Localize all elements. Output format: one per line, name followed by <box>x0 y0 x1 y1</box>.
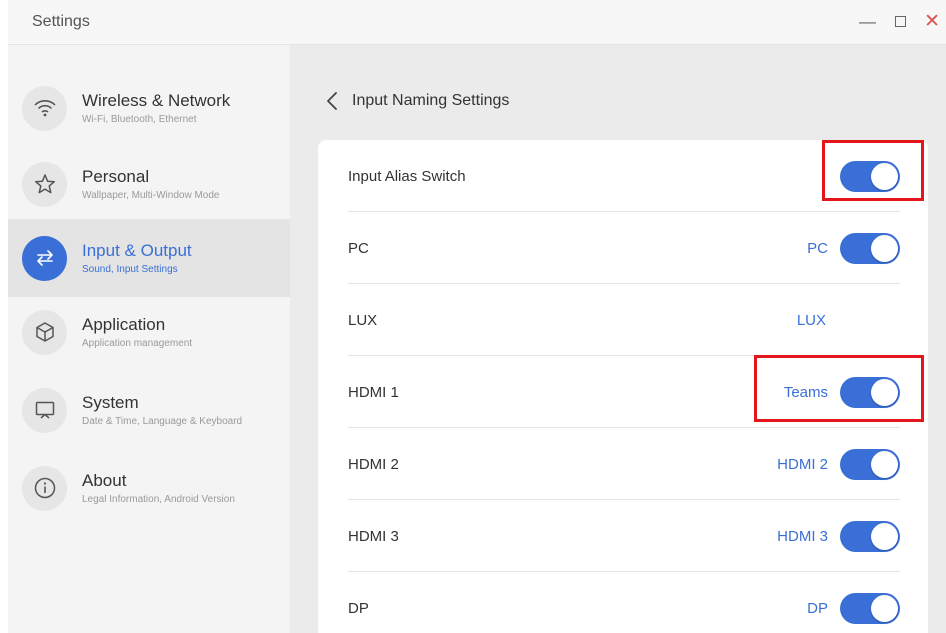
row-label: Input Alias Switch <box>348 167 466 185</box>
hdmi-3-toggle[interactable] <box>840 520 900 552</box>
sidebar-item-system[interactable]: System Date & Time, Language & Keyboard <box>8 371 290 449</box>
list-item-input-alias-switch: Input Alias Switch <box>348 140 900 212</box>
alias-name-link[interactable]: HDMI 3 <box>777 528 828 545</box>
sidebar-item-label: Input & Output <box>82 241 192 260</box>
sidebar-item-subtitle: Wi-Fi, Bluetooth, Ethernet <box>82 114 197 125</box>
sidebar-item-label: Wireless & Network <box>82 91 231 110</box>
sidebar-item-subtitle: Date & Time, Language & Keyboard <box>82 416 243 427</box>
sidebar-item-application[interactable]: Application Application management <box>8 293 290 371</box>
alias-name-link[interactable]: LUX <box>797 312 826 329</box>
window-title: Settings <box>32 13 90 30</box>
maximize-icon[interactable] <box>895 12 906 32</box>
sidebar-item-label: Personal <box>82 167 150 186</box>
page-title: Input Naming Settings <box>352 92 510 109</box>
list-item-pc: PC PC <box>348 212 900 284</box>
row-label: HDMI 3 <box>348 527 399 545</box>
sidebar-item-subtitle: Wallpaper, Multi-Window Mode <box>82 190 220 201</box>
highlight-box-hdmi-1 <box>754 355 924 422</box>
alias-name-link[interactable]: DP <box>807 600 828 617</box>
dp-toggle[interactable] <box>840 592 900 624</box>
sidebar-item-label: About <box>82 471 127 490</box>
close-icon[interactable]: ✕ <box>924 12 940 32</box>
row-label: HDMI 1 <box>348 383 399 401</box>
row-label: HDMI 2 <box>348 455 399 473</box>
star-icon <box>22 161 67 207</box>
row-label: LUX <box>348 311 378 329</box>
minimize-icon[interactable]: — <box>859 12 876 32</box>
list-item-dp: DP DP <box>348 572 900 633</box>
sidebar-item-label: Application <box>82 315 166 334</box>
wifi-icon <box>22 85 67 131</box>
list-item-lux: LUX LUX <box>348 284 900 356</box>
swap-arrows-icon <box>22 235 67 281</box>
cube-icon <box>22 309 67 355</box>
hdmi-2-toggle[interactable] <box>840 448 900 480</box>
sidebar-item-subtitle: Application management <box>82 338 193 349</box>
highlight-box-alias-switch <box>822 140 924 201</box>
alias-name-link[interactable]: PC <box>807 240 828 257</box>
info-icon <box>22 465 67 511</box>
sidebar-item-input-output[interactable]: Input & Output Sound, Input Settings <box>8 219 290 297</box>
list-item-hdmi-2: HDMI 2 HDMI 2 <box>348 428 900 500</box>
main-panel: Input Naming Settings Input Alias Switch… <box>290 45 946 633</box>
back-arrow-icon[interactable] <box>326 91 338 111</box>
monitor-icon <box>22 387 67 433</box>
title-bar: Settings — ✕ <box>8 0 946 45</box>
sidebar-item-wireless-network[interactable]: Wireless & Network Wi-Fi, Bluetooth, Eth… <box>8 69 290 147</box>
sidebar-item-personal[interactable]: Personal Wallpaper, Multi-Window Mode <box>8 145 290 223</box>
row-label: PC <box>348 239 369 257</box>
list-item-hdmi-3: HDMI 3 HDMI 3 <box>348 500 900 572</box>
sidebar-item-label: System <box>82 393 139 412</box>
sidebar-item-subtitle: Legal Information, Android Version <box>82 494 235 505</box>
sidebar: Wireless & Network Wi-Fi, Bluetooth, Eth… <box>8 45 290 633</box>
alias-name-link[interactable]: HDMI 2 <box>777 456 828 473</box>
row-label: DP <box>348 599 369 617</box>
sidebar-item-subtitle: Sound, Input Settings <box>82 264 178 275</box>
page-header: Input Naming Settings <box>326 91 509 111</box>
pc-toggle[interactable] <box>840 232 900 264</box>
sidebar-item-about[interactable]: About Legal Information, Android Version <box>8 449 290 527</box>
